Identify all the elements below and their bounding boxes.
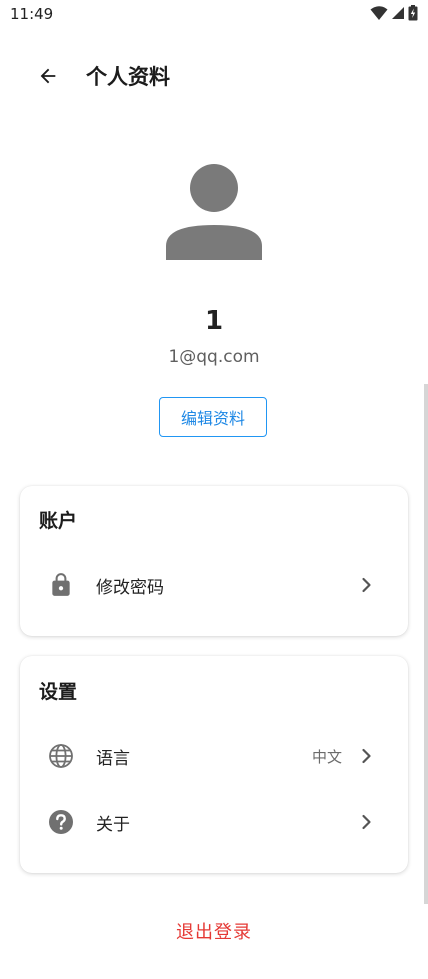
status-bar: 11:49 xyxy=(0,0,428,28)
about-label: 关于 xyxy=(96,815,130,835)
scrollbar[interactable] xyxy=(424,384,428,904)
logout-button[interactable]: 退出登录 xyxy=(0,918,428,944)
language-row[interactable]: 语言 中文 xyxy=(20,727,408,783)
change-password-label: 修改密码 xyxy=(96,578,164,598)
language-value: 中文 xyxy=(311,748,342,766)
account-section-title: 账户 xyxy=(39,510,78,532)
about-row[interactable]: 关于 xyxy=(20,793,408,849)
user-name: 1 xyxy=(204,306,224,336)
wifi-icon xyxy=(370,6,388,20)
back-button[interactable] xyxy=(30,60,66,92)
change-password-row[interactable]: 修改密码 xyxy=(20,556,408,612)
account-card: 账户 修改密码 xyxy=(20,486,408,636)
lock-icon xyxy=(52,573,70,596)
chevron-right-icon xyxy=(362,577,371,593)
user-email: 1@qq.com xyxy=(168,347,260,367)
chevron-right-icon xyxy=(362,748,371,764)
settings-section-title: 设置 xyxy=(39,681,78,703)
help-icon xyxy=(49,810,73,834)
edit-profile-button[interactable]: 编辑资料 xyxy=(159,397,267,437)
chevron-right-icon xyxy=(362,814,371,830)
page-title: 个人资料 xyxy=(86,65,170,89)
status-time: 11:49 xyxy=(10,5,54,23)
status-icons xyxy=(370,5,418,21)
app-bar: 个人资料 xyxy=(0,48,428,104)
language-label: 语言 xyxy=(96,749,130,769)
settings-card: 设置 语言 中文 关于 xyxy=(20,656,408,873)
arrow-back-icon xyxy=(40,68,56,84)
cell-signal-icon xyxy=(392,7,404,19)
globe-icon xyxy=(49,744,73,768)
avatar-person-icon xyxy=(166,164,262,260)
battery-icon xyxy=(408,5,418,21)
